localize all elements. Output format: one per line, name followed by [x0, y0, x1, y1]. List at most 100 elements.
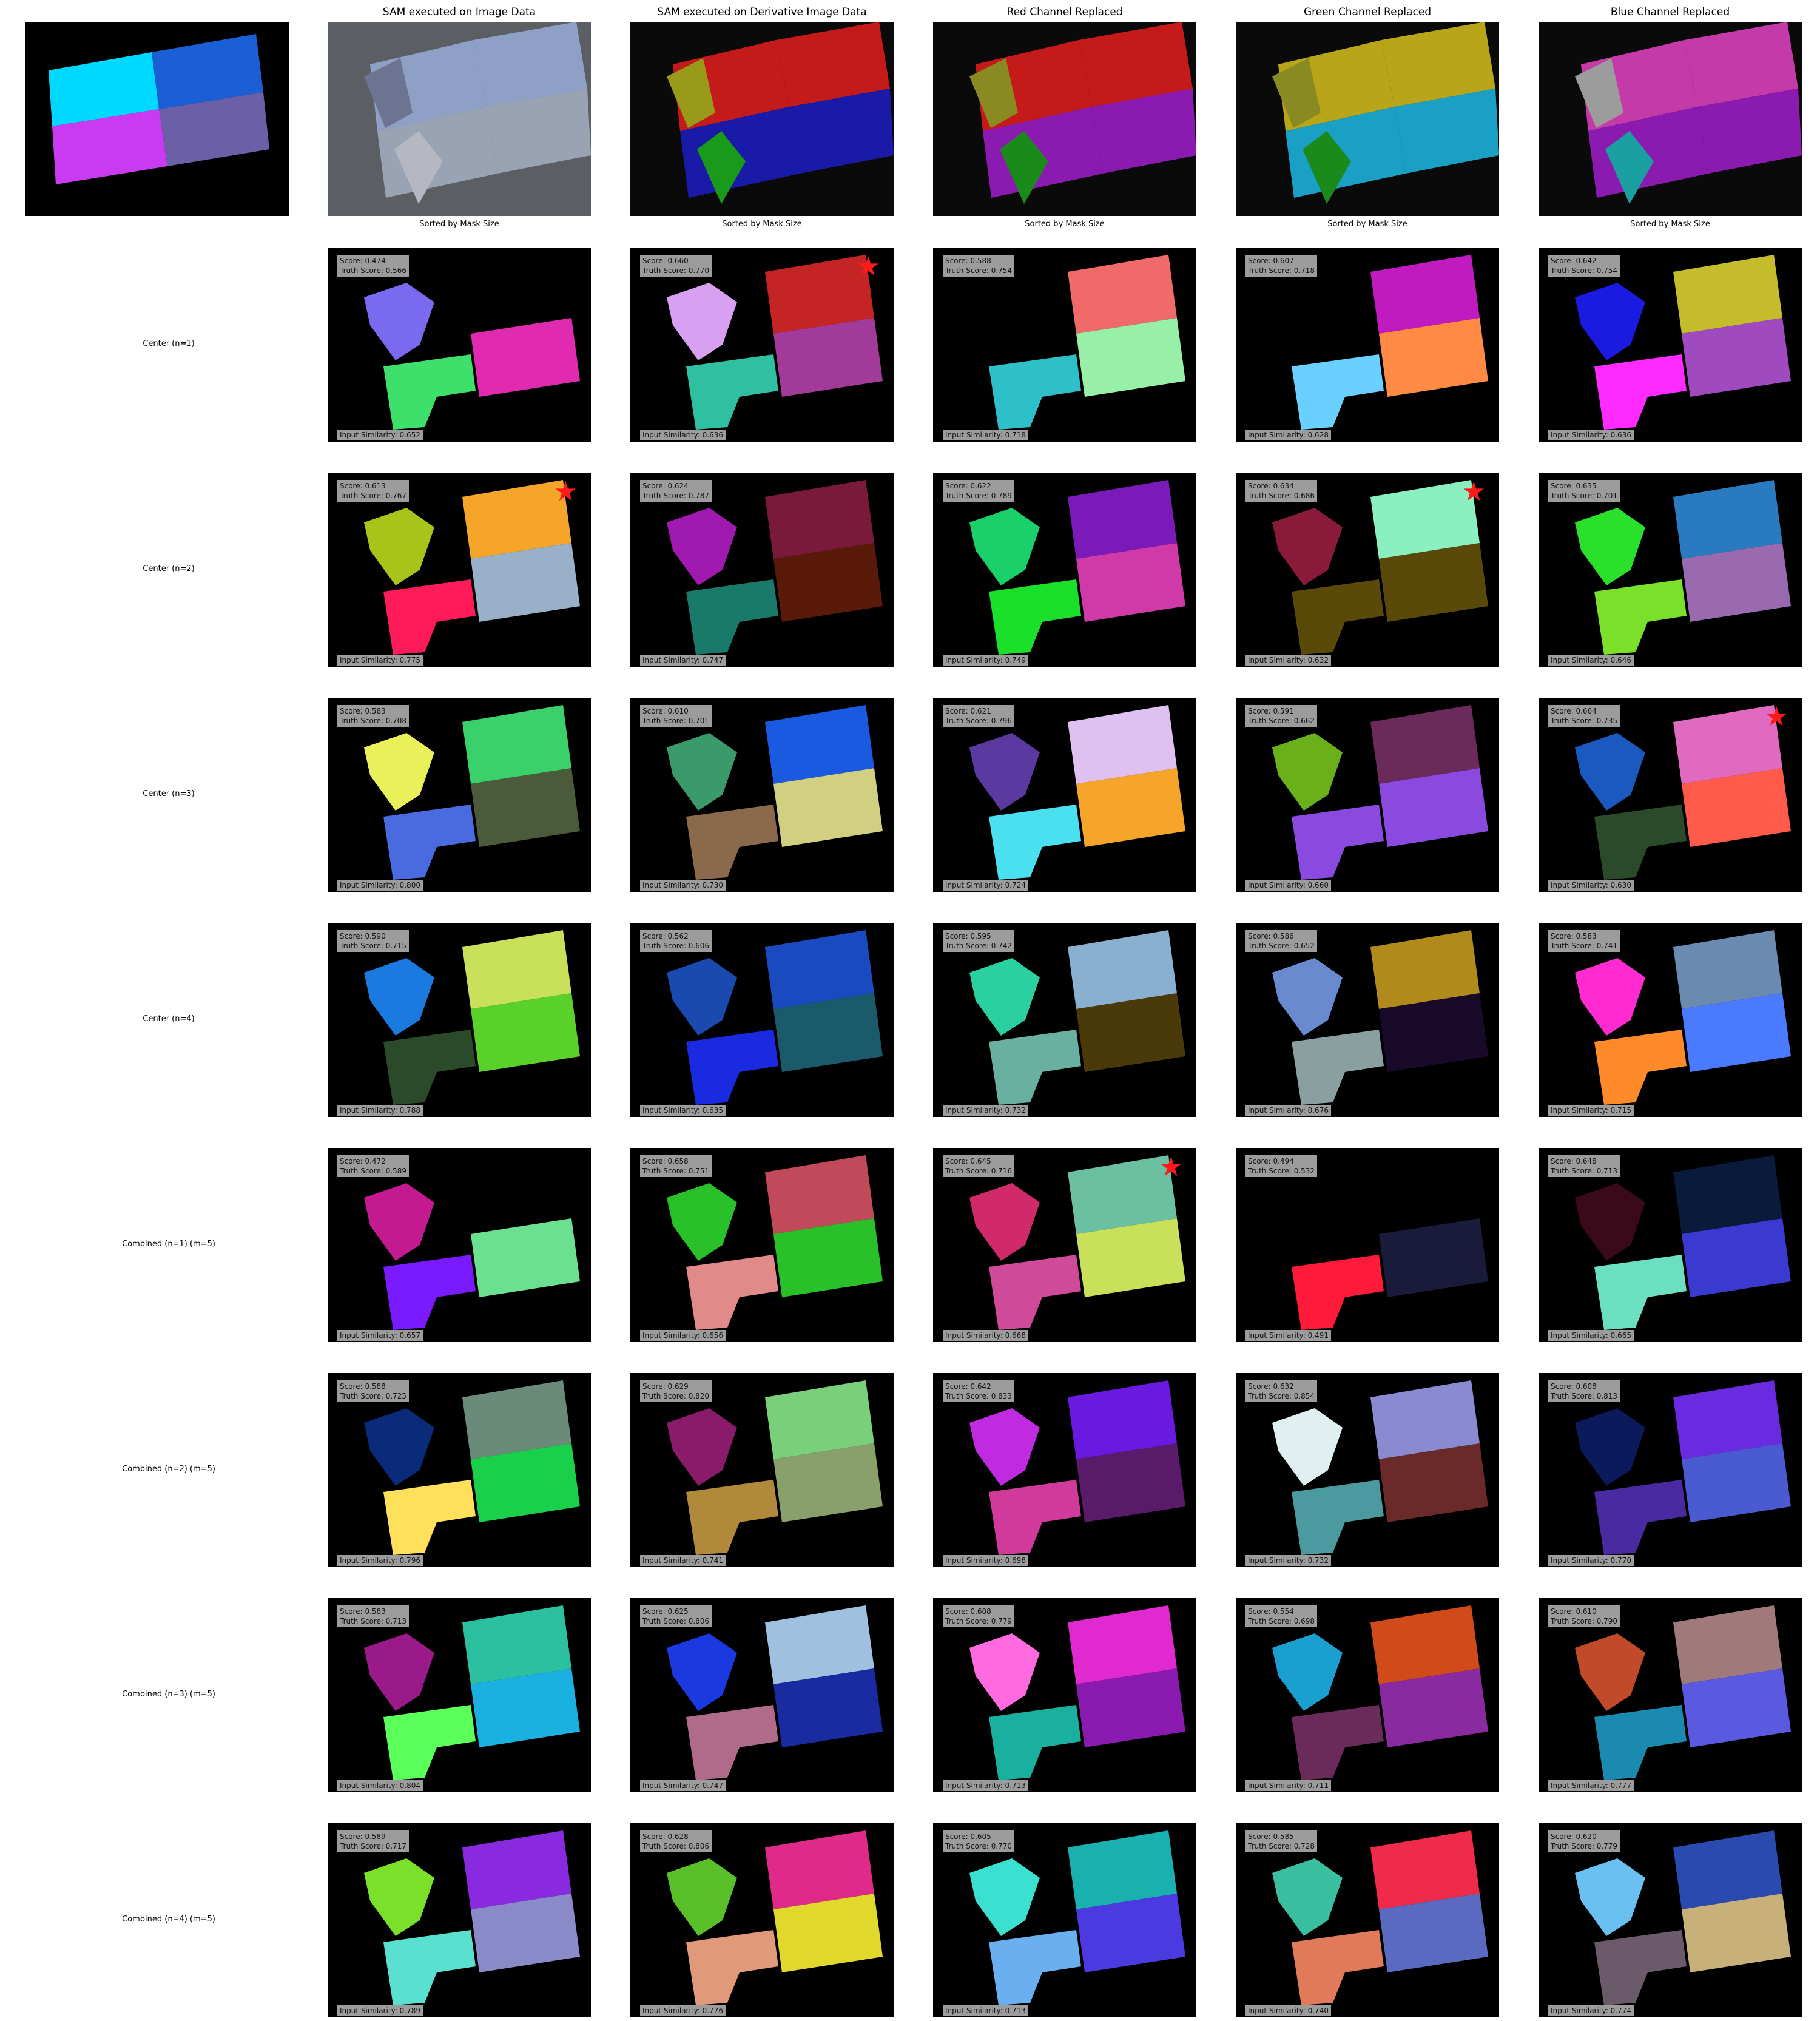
score-text: Score: 0.589	[340, 1832, 386, 1841]
score-box: Score: 0.588 Truth Score: 0.725	[337, 1380, 410, 1402]
mask-panel-r7-c3: Score: 0.585 Truth Score: 0.728 Input Simi…	[1236, 1823, 1499, 2017]
truth-score-text: Truth Score: 0.715	[340, 942, 407, 950]
truth-score-text: Truth Score: 0.728	[1248, 1842, 1315, 1851]
truth-score-text: Truth Score: 0.806	[642, 1617, 710, 1625]
score-box: Score: 0.613 Truth Score: 0.767	[337, 480, 410, 502]
mask-svg-r3-c0	[364, 930, 580, 1105]
score-text: Score: 0.494	[1248, 1157, 1294, 1166]
input-similarity-text: Input Similarity: 0.715	[1548, 1105, 1634, 1116]
mask-panel-r3-c3: Score: 0.586 Truth Score: 0.652 Input Simi…	[1236, 923, 1499, 1117]
score-box: Score: 0.628 Truth Score: 0.806	[640, 1830, 712, 1852]
mask-upper-left	[1575, 1183, 1645, 1261]
mask-svg-r7-c1	[667, 1830, 883, 2005]
mask-panel-r1-c1: Score: 0.624 Truth Score: 0.787 Input Simi…	[630, 473, 894, 667]
mask-svg-r3-c4	[1575, 930, 1791, 1105]
best-result-star-icon: ★	[1461, 476, 1486, 507]
truth-score-text: Truth Score: 0.770	[945, 1842, 1013, 1851]
input-similarity-text: Input Similarity: 0.777	[1548, 1780, 1634, 1791]
mask-upper-left	[667, 1408, 737, 1486]
input-similarity-text: Input Similarity: 0.749	[943, 655, 1028, 666]
mask-upper-left	[1272, 508, 1343, 585]
input-similarity-text: Input Similarity: 0.657	[337, 1330, 423, 1341]
input-similarity-text: Input Similarity: 0.491	[1245, 1330, 1331, 1341]
score-box: Score: 0.590 Truth Score: 0.715	[337, 930, 410, 952]
score-text: Score: 0.607	[1248, 257, 1294, 265]
score-box: Score: 0.591 Truth Score: 0.662	[1245, 705, 1318, 727]
mask-upper-left	[667, 733, 737, 811]
mask-panel-r7-c4: Score: 0.620 Truth Score: 0.779 Input Simi…	[1539, 1823, 1802, 2017]
truth-score-text: Truth Score: 0.708	[340, 717, 407, 725]
mask-panel-r0-c4: Score: 0.642 Truth Score: 0.754 Input Simi…	[1539, 248, 1802, 442]
truth-score-text: Truth Score: 0.779	[1551, 1842, 1618, 1851]
mask-svg-r6-c3	[1272, 1605, 1488, 1780]
score-text: Score: 0.624	[642, 482, 689, 490]
sorted-by-mask-size-label-2: Sorted by Mask Size	[1025, 220, 1105, 229]
mask-lower-left	[686, 1255, 778, 1330]
input-similarity-text: Input Similarity: 0.740	[1245, 2005, 1331, 2016]
mask-lower-left	[686, 1930, 778, 2005]
truth-score-text: Truth Score: 0.813	[1551, 1392, 1618, 1400]
header-svg-0	[364, 22, 591, 204]
mask-lower-left	[383, 1930, 476, 2005]
truth-score-text: Truth Score: 0.806	[642, 1842, 710, 1851]
score-box: Score: 0.589 Truth Score: 0.717	[337, 1830, 410, 1852]
mask-svg-r2-c0	[364, 705, 580, 880]
input-similarity-text: Input Similarity: 0.652	[337, 430, 423, 440]
score-text: Score: 0.628	[642, 1832, 689, 1841]
input-similarity-text: Input Similarity: 0.732	[1245, 1555, 1331, 1566]
mask-svg-r1-c3	[1272, 480, 1488, 655]
mask-panel-r0-c3: Score: 0.607 Truth Score: 0.718 Input Simi…	[1236, 248, 1499, 442]
mask-panel-r5-c4: Score: 0.608 Truth Score: 0.813 Input Simi…	[1539, 1373, 1802, 1567]
mask-lower-left	[383, 354, 476, 430]
mask-svg-r2-c4	[1575, 705, 1791, 880]
truth-score-text: Truth Score: 0.589	[340, 1167, 407, 1175]
truth-score-text: Truth Score: 0.698	[1248, 1617, 1315, 1625]
mask-svg-r4-c1	[667, 1155, 883, 1330]
column-title-2: Red Channel Replaced	[1006, 6, 1123, 18]
mask-lower-left	[686, 1030, 778, 1105]
score-text: Score: 0.610	[1551, 1607, 1597, 1616]
mask-lower-left	[1594, 579, 1687, 655]
mask-panel-r3-c4: Score: 0.583 Truth Score: 0.741 Input Simi…	[1539, 923, 1802, 1117]
row-label-7: Combined (n=4) (m=5)	[122, 1915, 215, 1924]
row-label-0: Center (n=1)	[143, 339, 195, 348]
header-svg-2	[969, 22, 1196, 204]
score-text: Score: 0.588	[945, 257, 991, 265]
truth-score-text: Truth Score: 0.789	[945, 491, 1013, 500]
score-text: Score: 0.629	[642, 1382, 689, 1391]
input-similarity-text: Input Similarity: 0.775	[337, 655, 423, 666]
mask-panel-r1-c0: Score: 0.613 Truth Score: 0.767 Input Simi…	[328, 473, 591, 667]
truth-score-text: Truth Score: 0.662	[1248, 717, 1315, 725]
mask-panel-r1-c3: Score: 0.634 Truth Score: 0.686 Input Simi…	[1236, 473, 1499, 667]
mask-lower-left	[989, 805, 1081, 880]
truth-score-text: Truth Score: 0.770	[642, 266, 710, 275]
header-svg-4	[1575, 22, 1802, 204]
score-text: Score: 0.590	[340, 932, 386, 940]
mask-lower-left	[686, 805, 778, 880]
input-similarity-text: Input Similarity: 0.776	[640, 2005, 726, 2016]
mask-lower-left	[1292, 1255, 1384, 1330]
mask-lower-left	[686, 579, 778, 655]
score-box: Score: 0.583 Truth Score: 0.741	[1548, 930, 1620, 952]
mask-panel-r5-c1: Score: 0.629 Truth Score: 0.820 Input Simi…	[630, 1373, 894, 1567]
truth-score-text: Truth Score: 0.652	[1248, 942, 1315, 950]
truth-score-text: Truth Score: 0.717	[340, 1842, 407, 1851]
mask-upper-left	[1272, 1633, 1343, 1711]
mask-panel-r5-c0: Score: 0.588 Truth Score: 0.725 Input Simi…	[328, 1373, 591, 1567]
mask-upper-left	[969, 958, 1040, 1036]
mask-svg-r1-c1	[667, 480, 883, 655]
mask-svg-r2-c2	[969, 705, 1185, 880]
mask-svg-r3-c1	[667, 930, 883, 1105]
mask-upper-left	[1272, 1858, 1343, 1936]
mask-panel-r2-c1: Score: 0.610 Truth Score: 0.701 Input Simi…	[630, 698, 894, 892]
mask-svg-r0-c2	[969, 255, 1185, 430]
mask-lower-left	[686, 1480, 778, 1555]
mask-lower-left	[1594, 1030, 1687, 1105]
ground-truth-mask-panel	[25, 22, 289, 216]
mask-lower-left	[1292, 1030, 1384, 1105]
score-text: Score: 0.625	[642, 1607, 689, 1616]
mask-upper-left	[364, 958, 434, 1036]
mask-lower-left	[989, 579, 1081, 655]
mask-lower-left	[383, 1030, 476, 1105]
score-text: Score: 0.610	[642, 707, 689, 715]
